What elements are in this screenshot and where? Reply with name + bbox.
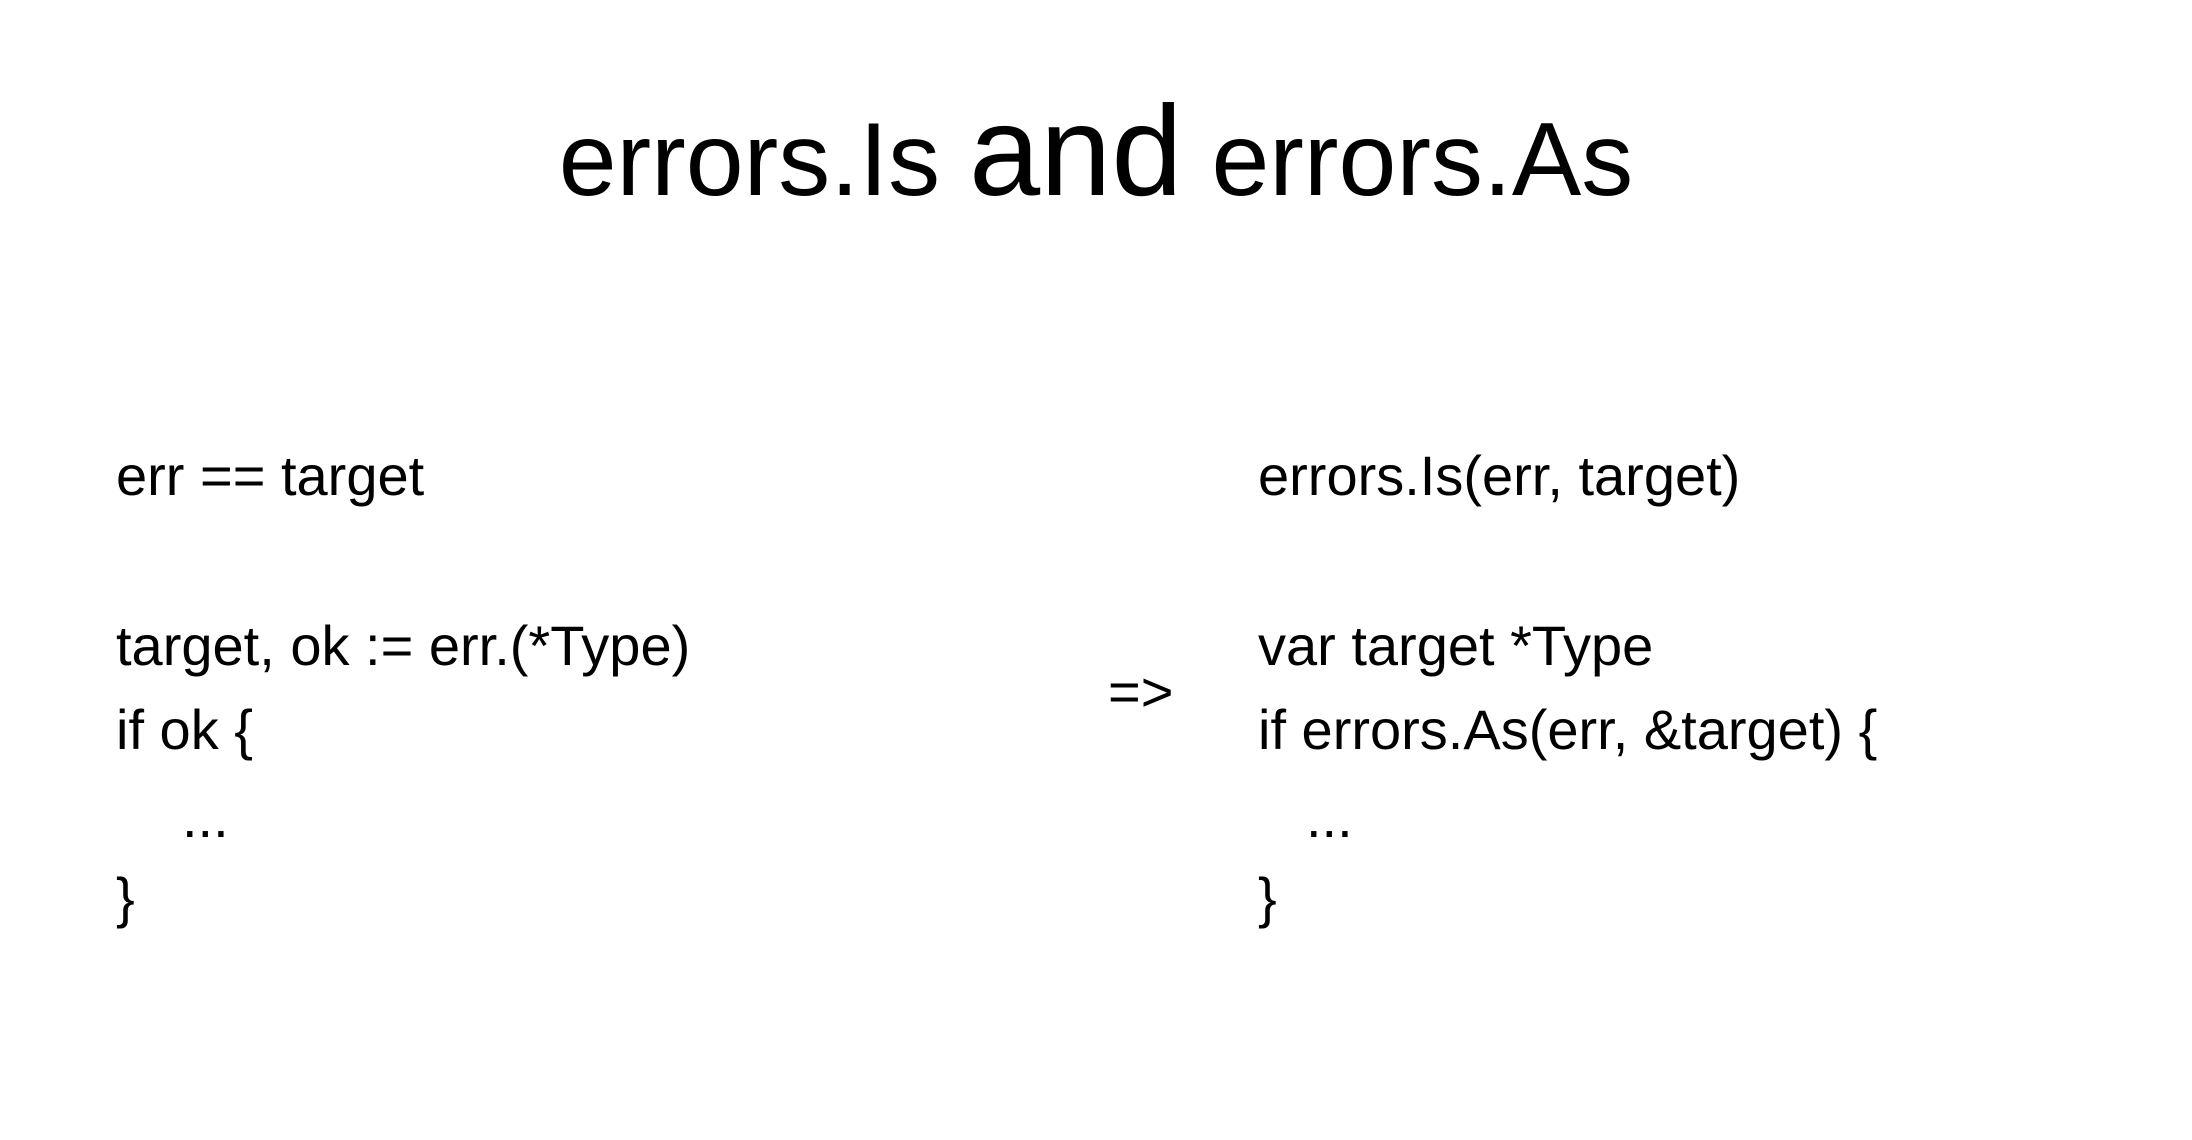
left-code-line-5: }: [116, 866, 135, 929]
slide: errors.Is and errors.As err == target ta…: [0, 0, 2192, 1140]
right-code-line-3: if errors.As(err, &target) {: [1258, 698, 1878, 761]
right-code-line-1: errors.Is(err, target): [1258, 444, 1741, 507]
left-code-line-3: if ok {: [116, 698, 253, 761]
title-part-errors-is: errors.Is: [558, 102, 941, 218]
transform-arrow: =>: [1108, 660, 1174, 723]
right-code-line-2: var target *Type: [1258, 614, 1654, 677]
slide-title: errors.Is and errors.As: [0, 88, 2192, 220]
left-code-line-1: err == target: [116, 444, 425, 507]
left-code-line-4: ...: [182, 786, 229, 849]
title-part-errors-as: errors.As: [1211, 102, 1634, 218]
right-code-line-5: }: [1258, 866, 1277, 929]
title-connector: and: [968, 80, 1183, 223]
right-code-line-4: ...: [1306, 786, 1353, 849]
left-code-line-2: target, ok := err.(*Type): [116, 614, 691, 677]
